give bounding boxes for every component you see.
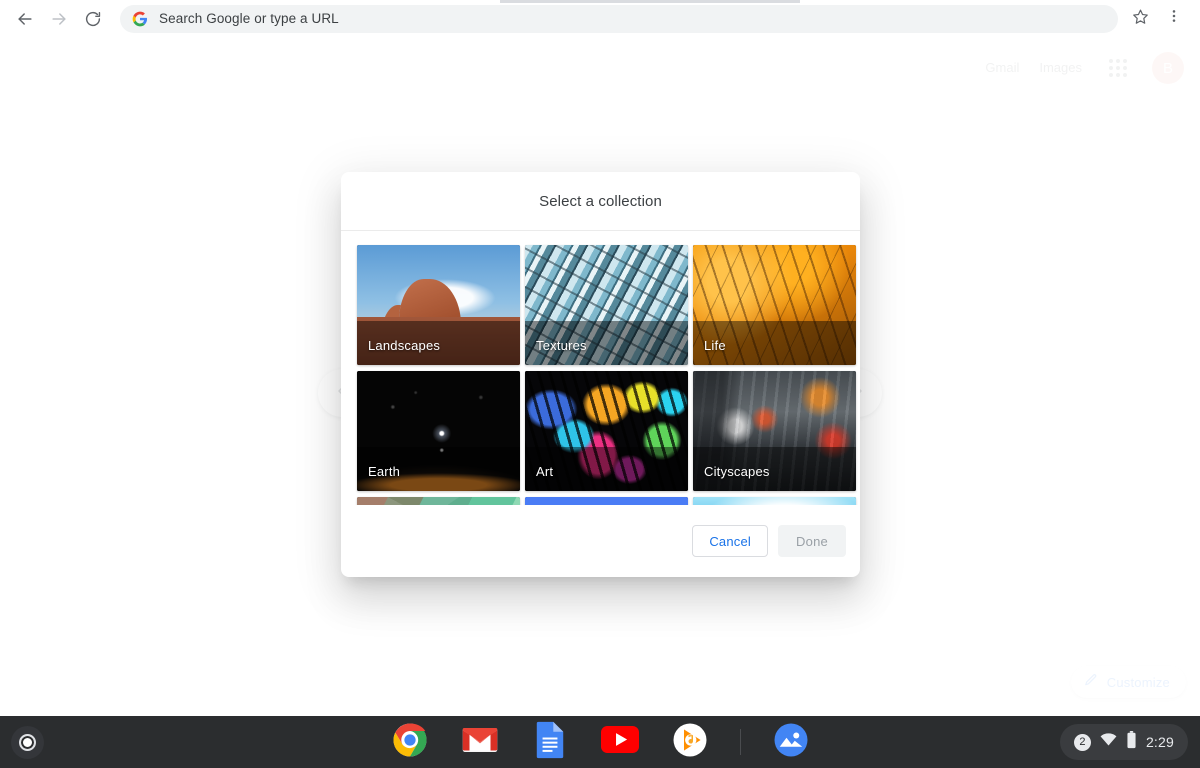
collection-thumbnail xyxy=(693,497,856,505)
youtube-icon xyxy=(600,726,639,758)
shelf-item-chrome[interactable] xyxy=(390,722,430,762)
shelf-item-gallery[interactable] xyxy=(771,722,811,762)
back-button[interactable] xyxy=(8,2,42,36)
collection-name: Landscapes xyxy=(368,338,441,353)
collection-tile-landscapes[interactable]: Landscapes xyxy=(357,245,520,365)
bookmark-button[interactable] xyxy=(1126,5,1154,33)
shelf-item-docs[interactable] xyxy=(530,721,570,764)
dialog-title: Select a collection xyxy=(539,192,662,210)
omnibox-placeholder-text: Search Google or type a URL xyxy=(159,11,339,26)
reload-button[interactable] xyxy=(76,2,110,36)
google-g-icon xyxy=(132,11,148,27)
forward-button[interactable] xyxy=(42,2,76,36)
tab-strip-remnant xyxy=(500,0,800,3)
select-collection-dialog: Select a collection Landscapes Textures … xyxy=(341,172,860,577)
collection-tile-partial-1[interactable] xyxy=(357,497,520,505)
notification-count-badge: 2 xyxy=(1073,733,1091,751)
gmail-icon xyxy=(462,726,498,759)
collection-tile-partial-2[interactable] xyxy=(525,497,688,505)
reload-icon xyxy=(84,10,102,28)
collection-tile-cityscapes[interactable]: Cityscapes xyxy=(693,371,856,491)
play-music-icon xyxy=(672,722,708,763)
omnibox[interactable]: Search Google or type a URL xyxy=(120,4,1118,33)
collection-tile-life[interactable]: Life xyxy=(693,245,856,365)
chrome-icon xyxy=(392,722,428,763)
three-dot-menu-icon xyxy=(1166,8,1182,29)
collection-name: Cityscapes xyxy=(704,464,770,479)
shelf-divider xyxy=(739,729,741,755)
cancel-button[interactable]: Cancel xyxy=(692,525,768,557)
collection-grid: Landscapes Textures Life Earth Art Citys… xyxy=(357,245,856,505)
collection-name: Textures xyxy=(536,338,587,353)
shelf-item-youtube[interactable] xyxy=(600,722,640,762)
done-button[interactable]: Done xyxy=(778,525,846,557)
dialog-footer: Cancel Done xyxy=(341,505,860,577)
collection-tile-textures[interactable]: Textures xyxy=(525,245,688,365)
back-arrow-icon xyxy=(15,9,35,29)
battery-icon xyxy=(1126,730,1137,754)
clock: 2:29 xyxy=(1145,734,1174,750)
star-icon xyxy=(1132,8,1149,30)
shelf: 2 2:29 xyxy=(0,716,1200,768)
gallery-icon xyxy=(773,722,809,763)
browser-toolbar: Search Google or type a URL xyxy=(0,0,1200,38)
wifi-icon xyxy=(1100,733,1117,751)
forward-arrow-icon xyxy=(49,9,69,29)
shelf-item-play-music[interactable] xyxy=(670,722,710,762)
collection-thumbnail xyxy=(525,497,688,505)
collection-thumbnail xyxy=(357,497,520,505)
collection-tile-art[interactable]: Art xyxy=(525,371,688,491)
collection-tile-earth[interactable]: Earth xyxy=(357,371,520,491)
status-tray[interactable]: 2 2:29 xyxy=(1059,724,1188,760)
dialog-header: Select a collection xyxy=(341,172,860,231)
docs-icon xyxy=(535,721,565,764)
collection-tile-partial-3[interactable] xyxy=(693,497,856,505)
shelf-item-gmail[interactable] xyxy=(460,722,500,762)
collection-name: Life xyxy=(704,338,726,353)
browser-menu-button[interactable] xyxy=(1160,5,1188,33)
collection-name: Earth xyxy=(368,464,401,479)
collection-name: Art xyxy=(536,464,554,479)
shelf-app-list xyxy=(0,716,1200,768)
collection-list[interactable]: Landscapes Textures Life Earth Art Citys… xyxy=(341,231,860,505)
